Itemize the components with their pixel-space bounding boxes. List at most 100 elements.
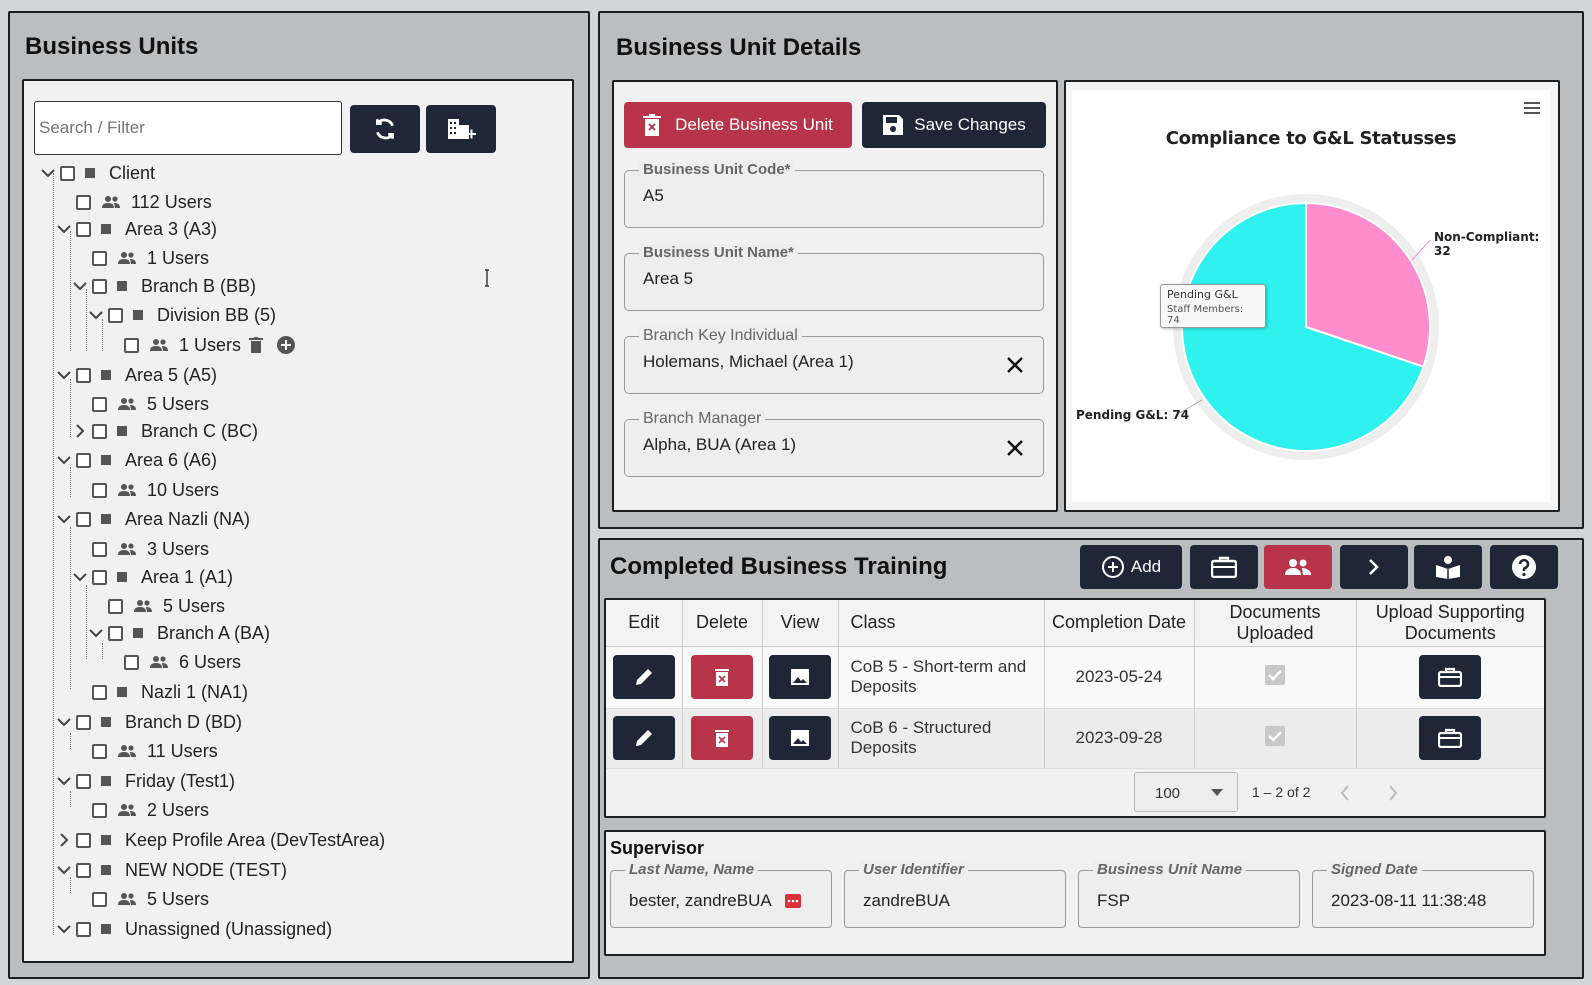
tree-node[interactable]: Area 5 (A5) [56, 361, 217, 389]
clear-icon[interactable] [1005, 438, 1025, 458]
next-button[interactable] [1340, 545, 1408, 589]
tree-node[interactable]: 1 Users [124, 331, 296, 359]
tree-checkbox[interactable] [92, 891, 107, 907]
supervisor-signed-date-field[interactable]: Signed Date 2023-08-11 11:38:48 [1312, 861, 1534, 928]
tree-node[interactable]: Client [40, 159, 155, 187]
branch-manager-field[interactable]: Branch Manager Alpha, BUA (Area 1) [624, 410, 1044, 477]
help-button[interactable] [1490, 545, 1558, 589]
tree-node[interactable]: Branch C (BC) [72, 417, 258, 445]
chevron-right-icon[interactable] [56, 832, 72, 848]
edit-button[interactable] [612, 655, 675, 699]
tree-checkbox[interactable] [76, 862, 91, 878]
chevron-down-icon[interactable] [56, 511, 72, 527]
edit-button[interactable] [612, 716, 675, 760]
tree-node[interactable]: 5 Users [108, 592, 225, 620]
tree-checkbox[interactable] [92, 684, 107, 700]
briefcase-button[interactable] [1190, 545, 1258, 589]
delete-business-unit-button[interactable]: Delete Business Unit [624, 102, 852, 148]
chevron-left-icon[interactable] [1340, 785, 1350, 801]
tree-checkbox[interactable] [92, 541, 107, 557]
col-completion-date[interactable]: Completion Date [1044, 600, 1195, 647]
chevron-right-icon[interactable] [1388, 785, 1398, 801]
tree-node[interactable]: 11 Users [92, 737, 218, 765]
chart-menu-icon[interactable] [1524, 102, 1540, 116]
tree-node[interactable]: 5 Users [92, 390, 209, 418]
page-size-select[interactable]: 100 [1134, 772, 1238, 812]
tree-node[interactable]: 1 Users [92, 244, 209, 272]
add-circle-icon[interactable] [277, 336, 296, 354]
tree-checkbox[interactable] [76, 832, 91, 848]
chevron-right-icon[interactable] [72, 423, 88, 439]
tree-node[interactable]: Division BB (5) [88, 301, 276, 329]
tree-checkbox[interactable] [108, 625, 123, 641]
chevron-down-icon[interactable] [72, 278, 88, 294]
tree-node[interactable]: 2 Users [92, 796, 209, 824]
tree-checkbox[interactable] [92, 423, 107, 439]
view-button[interactable] [769, 655, 831, 699]
tree-node[interactable]: 5 Users [92, 885, 209, 913]
tree-checkbox[interactable] [108, 598, 123, 614]
team-button[interactable] [1264, 545, 1332, 589]
tree-node[interactable]: Area Nazli (NA) [56, 505, 250, 533]
tree-checkbox[interactable] [92, 802, 107, 818]
supervisor-user-id-field[interactable]: User Identifier zandreBUA [844, 861, 1066, 928]
tree-checkbox[interactable] [76, 221, 91, 237]
tree-checkbox[interactable] [92, 278, 107, 294]
chevron-down-icon[interactable] [56, 714, 72, 730]
tree-node[interactable]: Branch B (BB) [72, 272, 256, 300]
tree-checkbox[interactable] [76, 773, 91, 789]
tree-checkbox[interactable] [76, 194, 91, 210]
tree-node[interactable]: Area 3 (A3) [56, 215, 217, 243]
save-changes-button[interactable]: Save Changes [862, 102, 1046, 148]
refresh-button[interactable] [350, 105, 420, 153]
add-training-button[interactable]: Add [1080, 545, 1182, 589]
chevron-down-icon[interactable] [56, 862, 72, 878]
tree-checkbox[interactable] [108, 307, 123, 323]
tree-checkbox[interactable] [124, 654, 139, 670]
col-documents-uploaded[interactable]: Documents Uploaded [1194, 600, 1357, 647]
tree-checkbox[interactable] [92, 743, 107, 759]
supervisor-business-unit-field[interactable]: Business Unit Name FSP [1078, 861, 1300, 928]
tree-checkbox[interactable] [92, 482, 107, 498]
upload-document-button[interactable] [1419, 655, 1482, 699]
tree-checkbox[interactable] [76, 921, 91, 937]
chevron-down-icon[interactable] [56, 452, 72, 468]
tree-node[interactable]: Branch A (BA) [88, 619, 270, 647]
tree-node[interactable]: NEW NODE (TEST) [56, 856, 287, 884]
upload-document-button[interactable] [1419, 716, 1482, 760]
tree-node[interactable]: Unassigned (Unassigned) [56, 915, 332, 941]
chevron-down-icon[interactable] [56, 773, 72, 789]
trash-icon[interactable] [249, 337, 264, 353]
tree-checkbox[interactable] [76, 714, 91, 730]
more-icon[interactable] [785, 894, 801, 908]
tree-node[interactable]: Area 6 (A6) [56, 446, 217, 474]
chevron-down-icon[interactable] [40, 165, 56, 181]
business-unit-code-field[interactable]: Business Unit Code* A5 [624, 161, 1044, 228]
delete-button[interactable] [691, 716, 753, 760]
chevron-down-icon[interactable] [72, 569, 88, 585]
tree-checkbox[interactable] [76, 511, 91, 527]
business-unit-name-field[interactable]: Business Unit Name* Area 5 [624, 244, 1044, 311]
branch-key-individual-field[interactable]: Branch Key Individual Holemans, Michael … [624, 327, 1044, 394]
tree-node[interactable]: Keep Profile Area (DevTestArea) [56, 826, 385, 854]
chevron-down-icon[interactable] [56, 921, 72, 937]
tree-node[interactable]: Friday (Test1) [56, 767, 235, 795]
tree-checkbox[interactable] [92, 569, 107, 585]
tree-node[interactable]: 3 Users [92, 535, 209, 563]
chevron-down-icon[interactable] [88, 625, 104, 641]
view-button[interactable] [769, 716, 831, 760]
tree-checkbox[interactable] [76, 367, 91, 383]
tree-node[interactable]: 112 Users [76, 188, 212, 216]
delete-button[interactable] [691, 655, 753, 699]
add-business-unit-button[interactable] [426, 105, 496, 153]
search-input[interactable] [34, 101, 342, 155]
clear-icon[interactable] [1005, 355, 1025, 375]
tree-checkbox[interactable] [92, 250, 107, 266]
tree-node[interactable]: Branch D (BD) [56, 708, 242, 736]
chevron-down-icon[interactable] [56, 221, 72, 237]
tree-node[interactable]: Nazli 1 (NA1) [92, 678, 248, 706]
tree-node[interactable]: 6 Users [124, 648, 241, 676]
chevron-down-icon[interactable] [56, 367, 72, 383]
tree-node[interactable]: 10 Users [92, 476, 219, 504]
tree-checkbox[interactable] [124, 337, 139, 353]
